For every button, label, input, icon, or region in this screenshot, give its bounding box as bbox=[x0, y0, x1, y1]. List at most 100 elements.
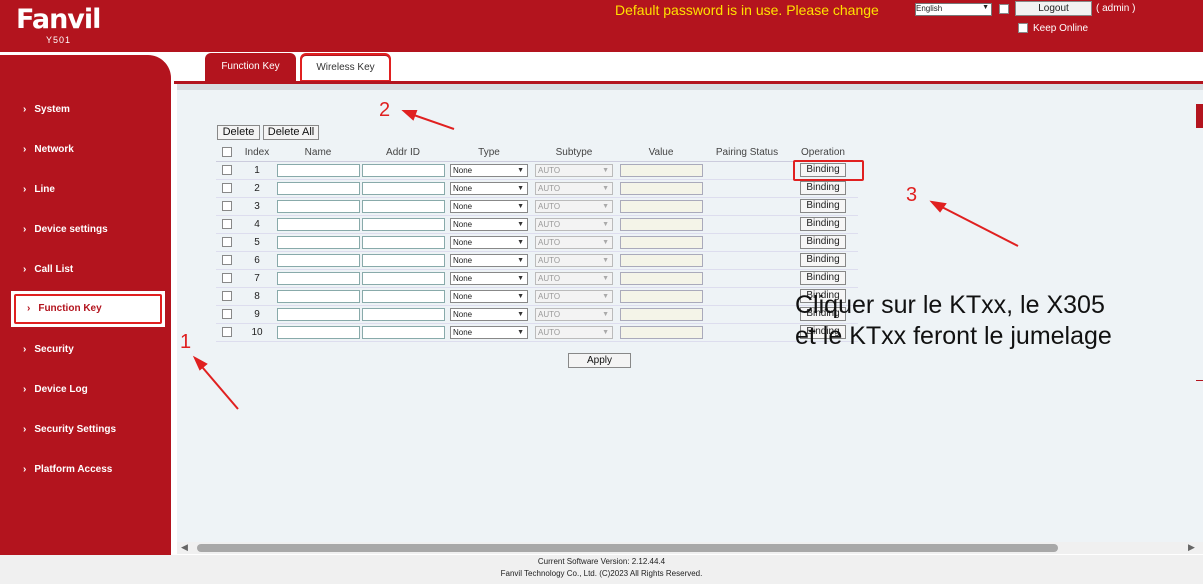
name-input[interactable] bbox=[276, 199, 360, 213]
sidebar-item-call-list[interactable]: › Call List bbox=[23, 264, 73, 275]
sidebar-item-device-settings[interactable]: › Device settings bbox=[23, 224, 108, 235]
chevron-right-icon: › bbox=[23, 224, 27, 235]
type-select[interactable]: None ▼ bbox=[450, 253, 528, 267]
sidebar-item-platform-access[interactable]: › Platform Access bbox=[23, 464, 112, 475]
row-value-cell bbox=[616, 251, 706, 270]
name-input[interactable] bbox=[276, 163, 360, 177]
language-select[interactable]: English ▼ bbox=[915, 3, 992, 16]
binding-button[interactable]: Binding bbox=[800, 271, 846, 285]
row-addr-cell bbox=[360, 269, 446, 288]
addr-id-input[interactable] bbox=[361, 235, 445, 249]
sidebar-item-security[interactable]: › Security bbox=[23, 344, 74, 355]
keep-online-checkbox[interactable] bbox=[1018, 23, 1028, 33]
annotation-step-2: 2 bbox=[379, 99, 391, 121]
name-input[interactable] bbox=[276, 181, 360, 195]
chevron-down-icon: ▼ bbox=[602, 184, 609, 192]
tab-wireless-key[interactable]: Wireless Key bbox=[302, 56, 389, 80]
tab-function-key[interactable]: Function Key bbox=[205, 53, 296, 81]
addr-id-input[interactable] bbox=[361, 325, 445, 339]
content-top-strip bbox=[177, 84, 1203, 90]
delete-all-button[interactable]: Delete All bbox=[263, 125, 319, 140]
name-input[interactable] bbox=[276, 235, 360, 249]
right-edge-line bbox=[1196, 380, 1203, 381]
row-value-cell bbox=[616, 161, 706, 180]
binding-button[interactable]: Binding bbox=[800, 217, 846, 231]
chevron-down-icon: ▼ bbox=[517, 166, 524, 174]
column-header: Name bbox=[276, 144, 360, 162]
binding-button[interactable]: Binding bbox=[800, 199, 846, 213]
row-checkbox[interactable] bbox=[222, 290, 232, 301]
type-select[interactable]: None ▼ bbox=[450, 307, 528, 321]
row-pairing-status bbox=[706, 179, 788, 198]
name-input[interactable] bbox=[276, 253, 360, 267]
apply-button[interactable]: Apply bbox=[568, 353, 631, 368]
delete-button[interactable]: Delete bbox=[217, 125, 260, 140]
type-select[interactable]: None ▼ bbox=[450, 235, 528, 249]
type-select[interactable]: None ▼ bbox=[450, 199, 528, 213]
type-select[interactable]: None ▼ bbox=[450, 325, 528, 339]
binding-button[interactable]: Binding bbox=[800, 235, 846, 249]
value-input bbox=[619, 181, 703, 195]
logout-button[interactable]: Logout bbox=[1015, 1, 1092, 16]
sidebar-item-system[interactable]: › System bbox=[23, 104, 70, 115]
sidebar-item-security-settings[interactable]: › Security Settings bbox=[23, 424, 116, 435]
scroll-left-icon[interactable]: ◀ bbox=[181, 542, 188, 553]
sidebar-item-line[interactable]: › Line bbox=[23, 184, 55, 195]
binding-button[interactable]: Binding bbox=[800, 181, 846, 195]
row-checkbox[interactable] bbox=[222, 236, 232, 247]
addr-id-input[interactable] bbox=[361, 181, 445, 195]
type-select[interactable]: None ▼ bbox=[450, 217, 528, 231]
row-type-cell: None ▼ bbox=[446, 269, 532, 288]
type-select[interactable]: None ▼ bbox=[450, 271, 528, 285]
subtype-select: AUTO ▼ bbox=[535, 217, 613, 231]
type-select[interactable]: None ▼ bbox=[450, 163, 528, 177]
name-input[interactable] bbox=[276, 271, 360, 285]
row-checkbox[interactable] bbox=[222, 254, 232, 265]
top-checkbox[interactable] bbox=[999, 4, 1009, 14]
annotation-step-3: 3 bbox=[906, 184, 918, 206]
row-index: 6 bbox=[238, 251, 276, 270]
binding-button[interactable]: Binding bbox=[800, 253, 846, 267]
name-input[interactable] bbox=[276, 307, 360, 321]
type-select[interactable]: None ▼ bbox=[450, 289, 528, 303]
table-row: 10 None ▼ AUTO ▼ Binding bbox=[216, 323, 858, 342]
row-type-cell: None ▼ bbox=[446, 305, 532, 324]
row-pairing-status bbox=[706, 161, 788, 180]
row-operation-cell: Binding bbox=[788, 233, 858, 252]
row-value-cell bbox=[616, 287, 706, 306]
name-input[interactable] bbox=[276, 289, 360, 303]
row-value-cell bbox=[616, 305, 706, 324]
row-subtype-cell: AUTO ▼ bbox=[532, 197, 616, 216]
addr-id-input[interactable] bbox=[361, 307, 445, 321]
row-select-cell bbox=[216, 251, 238, 270]
sidebar-item-network[interactable]: › Network bbox=[23, 144, 74, 155]
name-input[interactable] bbox=[276, 325, 360, 339]
addr-id-input[interactable] bbox=[361, 253, 445, 267]
addr-id-input[interactable] bbox=[361, 199, 445, 213]
row-select-cell bbox=[216, 179, 238, 198]
addr-id-input[interactable] bbox=[361, 271, 445, 285]
row-checkbox[interactable] bbox=[222, 164, 232, 175]
addr-id-input[interactable] bbox=[361, 289, 445, 303]
annotation-note-line1: Cliquer sur le KTxx, le X305 bbox=[795, 291, 1105, 319]
row-checkbox[interactable] bbox=[222, 182, 232, 193]
sidebar-item-device-log[interactable]: › Device Log bbox=[23, 384, 88, 395]
row-type-cell: None ▼ bbox=[446, 161, 532, 180]
type-select[interactable]: None ▼ bbox=[450, 181, 528, 195]
row-name-cell bbox=[276, 179, 360, 198]
subtype-select: AUTO ▼ bbox=[535, 325, 613, 339]
row-checkbox[interactable] bbox=[222, 326, 232, 337]
scrollbar-thumb[interactable] bbox=[197, 544, 1058, 552]
row-value-cell bbox=[616, 215, 706, 234]
name-input[interactable] bbox=[276, 217, 360, 231]
subtype-select: AUTO ▼ bbox=[535, 271, 613, 285]
row-checkbox[interactable] bbox=[222, 272, 232, 283]
addr-id-input[interactable] bbox=[361, 163, 445, 177]
row-checkbox[interactable] bbox=[222, 200, 232, 211]
select-all-checkbox[interactable] bbox=[222, 147, 232, 158]
row-checkbox[interactable] bbox=[222, 218, 232, 229]
column-header: Pairing Status bbox=[706, 144, 788, 162]
row-checkbox[interactable] bbox=[222, 308, 232, 319]
addr-id-input[interactable] bbox=[361, 217, 445, 231]
scroll-right-icon[interactable]: ▶ bbox=[1188, 542, 1195, 553]
